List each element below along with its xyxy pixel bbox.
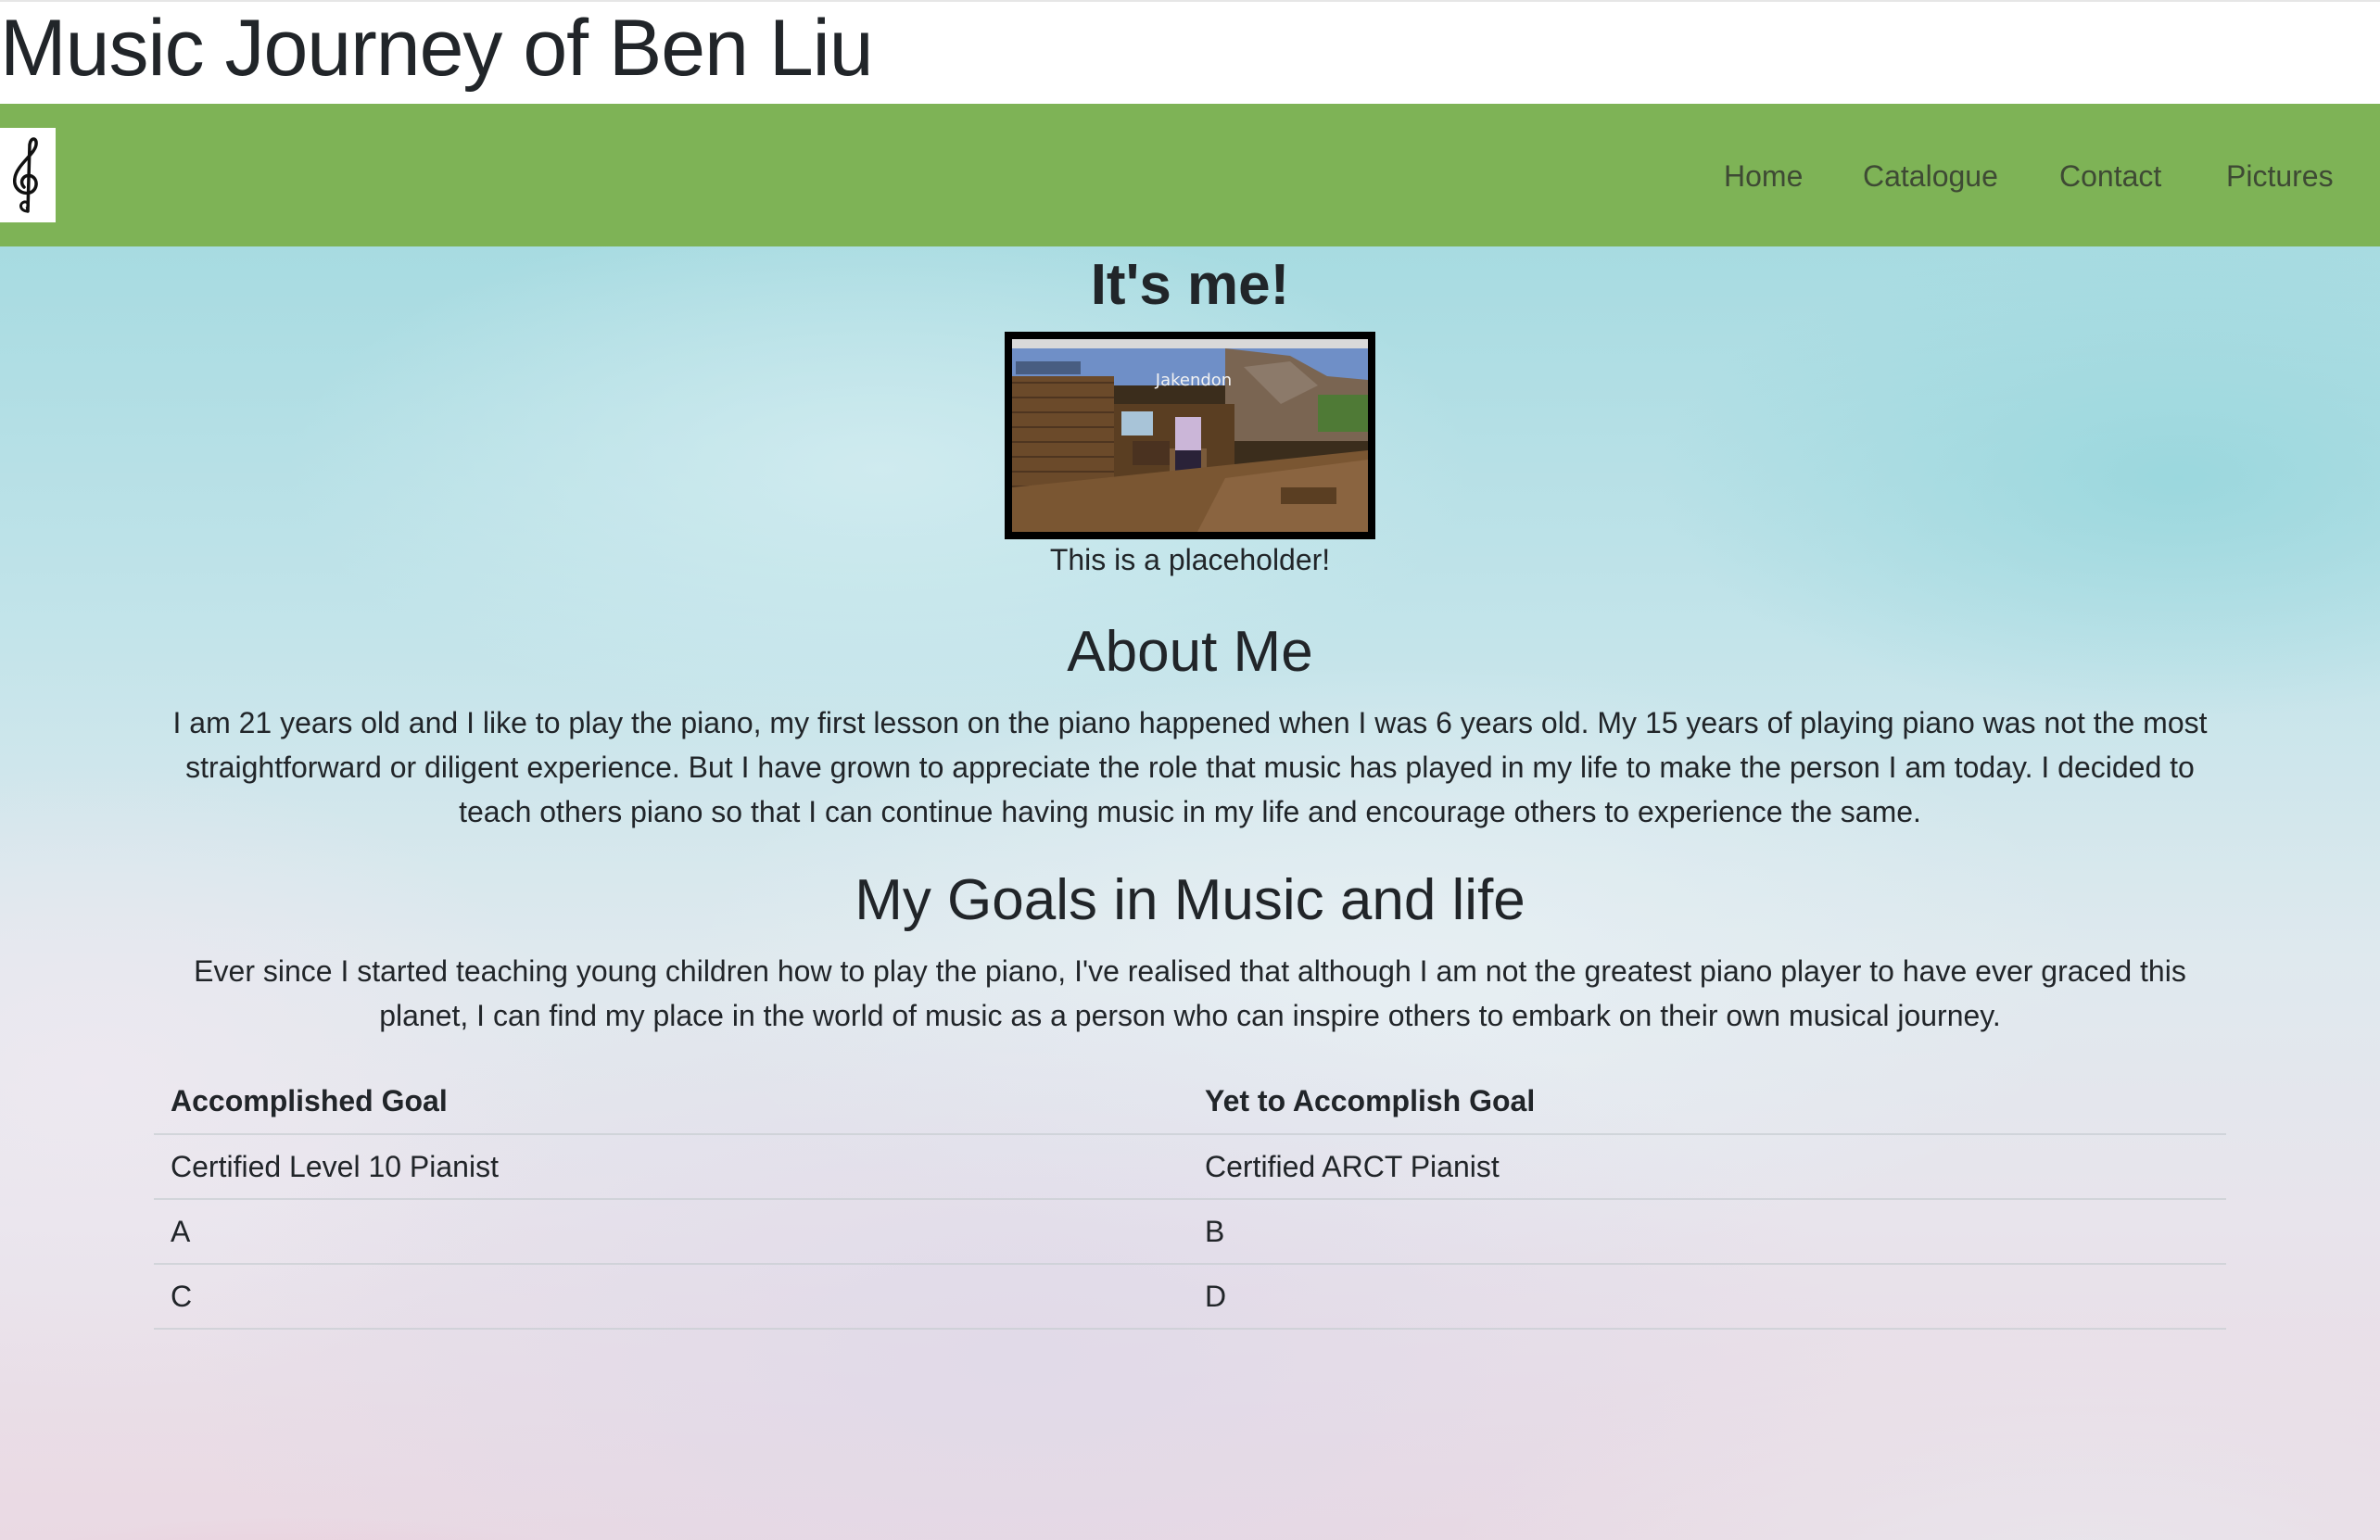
about-heading: About Me xyxy=(1067,620,1313,684)
goals-table: Accomplished Goal Yet to Accomplish Goal… xyxy=(154,1069,2226,1330)
main-content: It's me! Jakendon This is a placeholder!… xyxy=(0,246,2380,1540)
photo-overlay-text: Jakendon xyxy=(1155,371,1232,390)
nav-contact-link[interactable]: Contact xyxy=(2059,158,2161,195)
table-row: Certified Level 10 Pianist Certified ARC… xyxy=(154,1134,2226,1200)
nav-pictures-link[interactable]: Pictures xyxy=(2226,158,2334,195)
table-row: C D xyxy=(154,1264,2226,1330)
table-row: A B xyxy=(154,1199,2226,1265)
table-cell: C xyxy=(154,1264,1188,1330)
profile-photo: Jakendon xyxy=(1005,332,1375,539)
table-cell: Certified ARCT Pianist xyxy=(1188,1134,2226,1200)
site-title: Music Journey of Ben Liu xyxy=(0,4,874,93)
table-cell: B xyxy=(1188,1199,2226,1265)
table-cell: D xyxy=(1188,1264,2226,1330)
table-cell: Certified Level 10 Pianist xyxy=(154,1134,1188,1200)
photo-caption: This is a placeholder! xyxy=(1049,543,1331,576)
table-header-row: Accomplished Goal Yet to Accomplish Goal xyxy=(154,1069,2226,1135)
table-cell: A xyxy=(154,1199,1188,1265)
goals-heading: My Goals in Music and life xyxy=(855,868,1525,932)
site-header: Music Journey of Ben Liu xyxy=(0,0,2380,104)
its-me-heading: It's me! xyxy=(1090,253,1290,317)
accomplished-goal-header: Accomplished Goal xyxy=(154,1069,1188,1135)
nav-home-link[interactable]: Home xyxy=(1724,158,1803,195)
goals-text: Ever since I started teaching young chil… xyxy=(194,954,2186,1032)
about-text: I am 21 years old and I like to play the… xyxy=(172,706,2208,828)
navbar: Home Catalogue Contact Pictures xyxy=(0,104,2380,246)
nav-catalogue-link[interactable]: Catalogue xyxy=(1863,158,1998,195)
yet-to-accomplish-header: Yet to Accomplish Goal xyxy=(1188,1069,2226,1135)
treble-clef-icon[interactable] xyxy=(0,128,56,222)
